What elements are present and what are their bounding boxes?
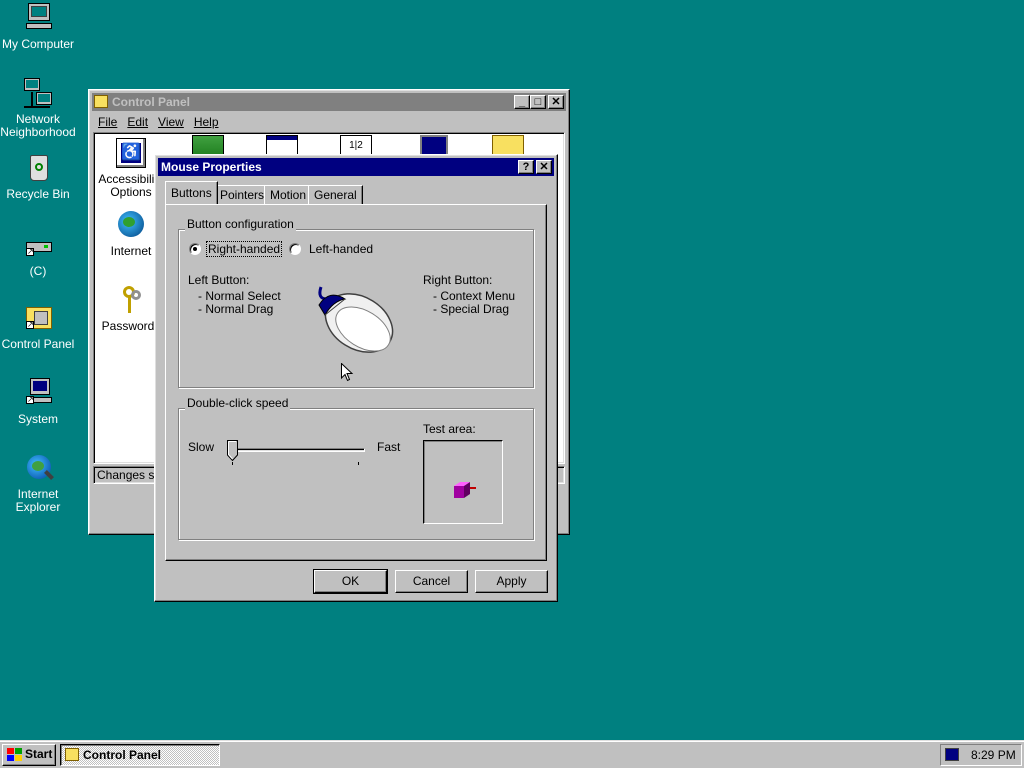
apply-button[interactable]: Apply [475, 570, 548, 593]
cancel-button[interactable]: Cancel [395, 570, 468, 593]
right-button-item: - Special Drag [433, 302, 510, 316]
desktop-icon-label: Control Panel [1, 337, 75, 351]
menu-file[interactable]: File [93, 112, 122, 132]
desktop-icon-label: My Computer [1, 37, 75, 51]
test-area-box[interactable] [423, 440, 503, 524]
recycle-bin-icon [22, 153, 54, 185]
desktop-icon-label: (C) [29, 264, 47, 278]
control-panel-titlebar[interactable]: Control Panel _ □ ✕ [92, 93, 566, 111]
tab-general[interactable]: General [308, 185, 363, 205]
taskbar-task-control-panel[interactable]: Control Panel [60, 744, 220, 766]
computer-icon [22, 3, 54, 35]
desktop-icon-network-neighborhood[interactable]: Network Neighborhood [0, 78, 76, 139]
left-button-title: Left Button: [188, 273, 250, 287]
mouse-properties-titlebar[interactable]: Mouse Properties ? ✕ [158, 158, 554, 176]
desktop-icon-label: Network Neighborhood [0, 112, 76, 139]
ok-button[interactable]: OK [313, 569, 388, 594]
mouse-properties-dialog[interactable]: Mouse Properties ? ✕ Buttons Pointers Mo… [154, 154, 558, 602]
tab-motion[interactable]: Motion [264, 185, 313, 205]
control-panel-small-icon [94, 95, 108, 108]
desktop-icon-label: System [17, 412, 58, 426]
jack-in-the-box-icon [454, 482, 480, 503]
slider-track[interactable] [229, 448, 365, 452]
slider-tick [358, 462, 359, 465]
menu-help[interactable]: Help [189, 112, 224, 132]
start-button[interactable]: Start [2, 744, 56, 766]
desktop-icon-c-drive[interactable]: ↗ (C) [0, 240, 76, 278]
maximize-button[interactable]: □ [530, 95, 546, 109]
desktop-icon-control-panel[interactable]: ↗ Control Panel [0, 303, 76, 351]
right-handed-radio[interactable] [189, 243, 201, 255]
test-area-label: Test area: [423, 422, 476, 436]
mouse-cursor-icon [341, 362, 355, 386]
taskbar: Start Control Panel 8:29 PM [0, 740, 1024, 768]
control-panel-small-icon [65, 748, 79, 761]
task-label: Control Panel [83, 748, 162, 762]
mouse-illustration-icon [311, 279, 407, 365]
menu-bar: File Edit View Help [93, 112, 224, 132]
double-click-speed-label: Double-click speed [185, 396, 291, 410]
keys-icon [115, 284, 147, 316]
desktop-icon-internet-explorer[interactable]: Internet Explorer [0, 453, 76, 514]
left-button-item: - Normal Select [198, 289, 281, 303]
minimize-button[interactable]: _ [514, 95, 530, 109]
left-handed-label[interactable]: Left-handed [309, 242, 373, 256]
control-panel-shortcut-icon: ↗ [22, 303, 54, 335]
desktop-icon-my-computer[interactable]: My Computer [0, 3, 76, 51]
clock[interactable]: 8:29 PM [971, 748, 1016, 762]
close-button[interactable]: ✕ [536, 160, 552, 174]
right-button-item: - Context Menu [433, 289, 516, 303]
desktop-icon-label: Recycle Bin [6, 187, 70, 201]
slow-label: Slow [188, 440, 215, 454]
left-button-item: - Normal Drag [198, 302, 274, 316]
desktop-icon-system[interactable]: ↗ System [0, 378, 76, 426]
menu-edit[interactable]: Edit [122, 112, 153, 132]
start-label: Start [25, 747, 53, 761]
system-shortcut-icon: ↗ [22, 378, 54, 410]
help-button[interactable]: ? [518, 160, 534, 174]
dialog-title: Mouse Properties [161, 160, 262, 174]
tab-buttons[interactable]: Buttons [165, 181, 218, 204]
close-button[interactable]: ✕ [548, 95, 564, 109]
tab-pointers[interactable]: Pointers [214, 185, 271, 205]
desktop-icon-label: Internet Explorer [15, 487, 61, 514]
tray-display-icon[interactable] [945, 748, 959, 761]
window-title: Control Panel [112, 95, 191, 109]
network-icon [22, 78, 54, 110]
fast-label: Fast [377, 440, 401, 454]
internet-globe-icon [115, 209, 147, 241]
drive-shortcut-icon: ↗ [22, 240, 54, 262]
accessibility-icon: ♿ [115, 137, 147, 169]
system-tray: 8:29 PM [940, 744, 1022, 766]
right-handed-label[interactable]: Right-handed [205, 241, 283, 257]
internet-explorer-icon [22, 453, 54, 485]
slider-thumb[interactable] [227, 440, 238, 462]
button-configuration-label: Button configuration [185, 217, 296, 231]
menu-view[interactable]: View [153, 112, 189, 132]
left-handed-radio[interactable] [289, 243, 301, 255]
windows-logo-icon [7, 748, 22, 761]
slider-tick [232, 462, 233, 465]
desktop-icon-recycle-bin[interactable]: Recycle Bin [0, 153, 76, 201]
right-button-title: Right Button: [423, 273, 493, 287]
